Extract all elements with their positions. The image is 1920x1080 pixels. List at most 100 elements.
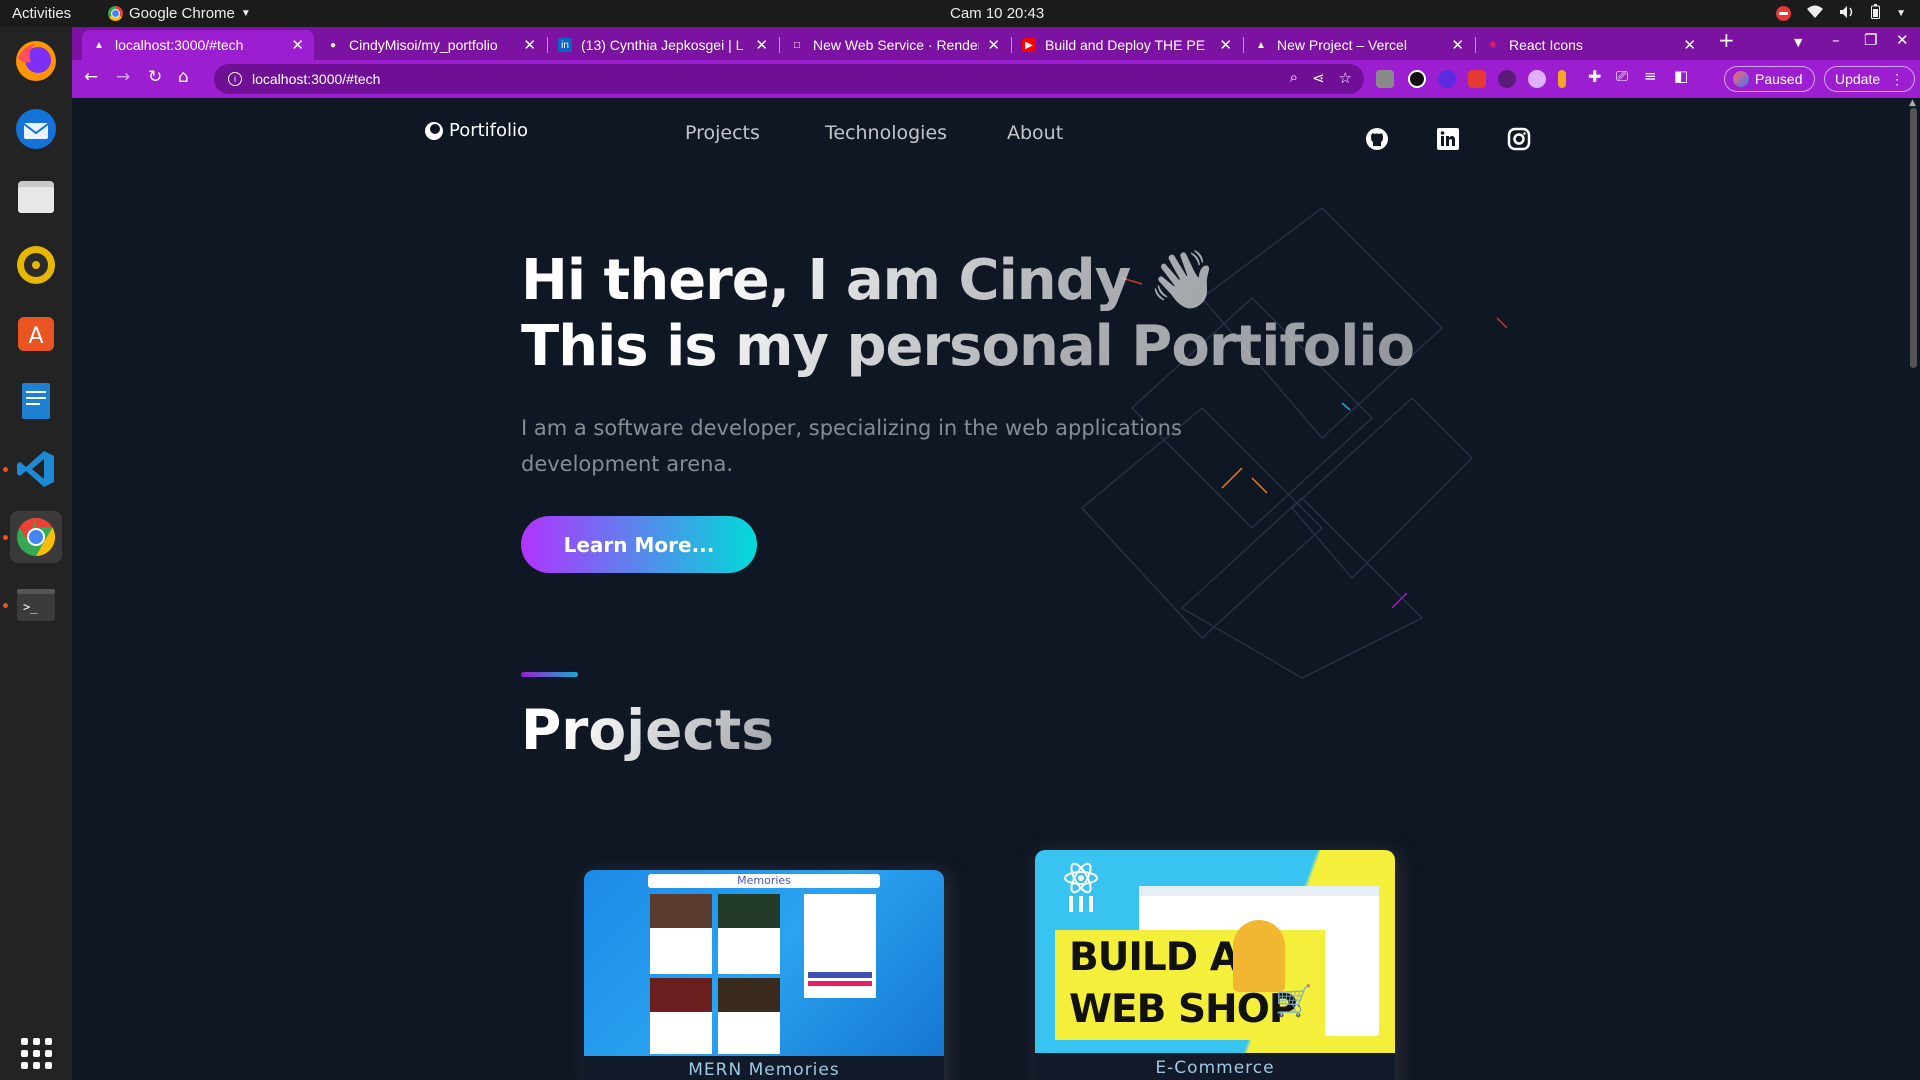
github-icon[interactable] — [1364, 126, 1390, 152]
back-arrow-icon[interactable]: ← — [84, 67, 98, 87]
project-card[interactable]: Memories MERN Memories — [584, 870, 944, 1080]
tab-github[interactable]: ● CindyMisoi/my_portfolio ✕ — [316, 30, 546, 60]
tab-vercel[interactable]: ▲ New Project – Vercel ✕ — [1244, 30, 1474, 60]
vercel-favicon-icon: ▲ — [94, 39, 104, 51]
nav-link-technologies[interactable]: Technologies — [825, 122, 947, 144]
linkedin-icon[interactable] — [1435, 126, 1461, 152]
writer-icon — [22, 383, 50, 419]
vercel-favicon-icon: ▲ — [1256, 39, 1266, 51]
dock-app-center[interactable]: A — [10, 307, 62, 359]
render-favicon-icon: □ — [793, 39, 801, 51]
tab-localhost[interactable]: ▲ localhost:3000/#tech ✕ — [82, 30, 314, 60]
show-applications-button[interactable] — [10, 1027, 62, 1079]
scroll-up-arrow-icon[interactable]: ▲ — [1909, 98, 1916, 108]
scrollbar-thumb[interactable] — [1910, 108, 1917, 368]
svg-text:>_: >_ — [23, 600, 38, 614]
tab-react-icons[interactable]: ✺ React Icons ✕ — [1476, 30, 1706, 60]
bookmark-star-icon[interactable]: ☆ — [1339, 69, 1352, 87]
instagram-icon[interactable] — [1506, 126, 1532, 152]
dock-terminal[interactable]: >_ — [3, 579, 62, 631]
close-tab-icon[interactable]: ✕ — [291, 36, 304, 54]
site-info-icon[interactable]: i — [228, 72, 242, 86]
extension-icon[interactable] — [1408, 70, 1426, 88]
project-card[interactable]: BUILD A WEB SHOP 🛒 E-Commerce — [1035, 850, 1395, 1080]
rhythmbox-icon — [17, 246, 55, 284]
vscode-icon — [17, 451, 54, 487]
nav-link-projects[interactable]: Projects — [685, 122, 760, 144]
hero-heading: Hi there, I am Cindy 👋 This is my person… — [521, 248, 1414, 380]
extension-icon[interactable] — [1558, 70, 1566, 88]
hero-description: I am a software developer, specializing … — [521, 416, 1182, 476]
clock[interactable]: Cam 10 20:43 — [950, 5, 1044, 22]
dock-firefox[interactable] — [10, 35, 62, 87]
extension-icon[interactable] — [1528, 70, 1546, 88]
learn-more-button[interactable]: Learn More... — [521, 516, 757, 573]
share-icon[interactable]: ⋖ — [1312, 69, 1325, 87]
update-button[interactable]: Update ⋮ — [1824, 66, 1916, 92]
system-tray[interactable]: ▼ — [1776, 4, 1906, 22]
tab-title: Build and Deploy THE PE — [1045, 37, 1206, 53]
close-tab-icon[interactable]: ✕ — [1219, 36, 1232, 54]
dock-thunderbird[interactable] — [10, 103, 62, 155]
extension-icon[interactable] — [1498, 70, 1516, 88]
tab-render[interactable]: □ New Web Service · Render ✕ — [780, 30, 1010, 60]
project-title: MERN Memories — [688, 1060, 840, 1080]
activities-button[interactable]: Activities — [12, 5, 71, 22]
cast-icon[interactable]: ⎚ — [1616, 67, 1628, 85]
home-icon[interactable]: ⌂ — [178, 67, 189, 87]
tab-title: (13) Cynthia Jepkosgei | L — [581, 37, 744, 53]
reload-icon[interactable]: ↻ — [148, 67, 162, 87]
dock-files[interactable] — [10, 171, 62, 223]
close-tab-icon[interactable]: ✕ — [523, 36, 536, 54]
running-indicator — [3, 535, 8, 540]
power-menu-caret-icon: ▼ — [1896, 7, 1906, 19]
close-tab-icon[interactable]: ✕ — [987, 36, 1000, 54]
github-favicon-icon: ● — [329, 39, 337, 51]
battery-icon — [1871, 4, 1881, 22]
thumb-card — [718, 894, 780, 974]
project-thumbnail: BUILD A WEB SHOP 🛒 — [1035, 850, 1395, 1053]
svg-text:A: A — [28, 324, 43, 349]
app-center-icon: A — [18, 317, 54, 351]
dock-chrome[interactable] — [3, 511, 62, 563]
app-menu[interactable]: Google Chrome ▼ — [108, 5, 251, 22]
zoom-icon[interactable]: ⌕ — [1290, 69, 1298, 87]
close-tab-icon[interactable]: ✕ — [1451, 36, 1464, 54]
extension-icon[interactable] — [1468, 70, 1486, 88]
tab-search-chevron-icon[interactable]: ▼ — [1794, 36, 1802, 49]
update-label: Update — [1835, 71, 1881, 87]
url-text: localhost:3000/#tech — [252, 71, 381, 87]
close-tab-icon[interactable]: ✕ — [755, 36, 768, 54]
reading-list-icon[interactable]: ≡ — [1644, 67, 1657, 85]
page-scrollbar[interactable]: ▲ — [1906, 98, 1920, 1080]
close-tab-icon[interactable]: ✕ — [1683, 36, 1696, 54]
tab-youtube[interactable]: ▶ Build and Deploy THE PE ✕ — [1012, 30, 1242, 60]
tab-title: New Web Service · Render — [813, 37, 980, 53]
youtube-favicon-icon: ▶ — [1022, 38, 1036, 52]
side-panel-icon[interactable]: ◧ — [1674, 67, 1688, 85]
forward-arrow-icon[interactable]: → — [116, 67, 130, 87]
restore-button[interactable]: ❐ — [1864, 31, 1877, 49]
extension-icon[interactable] — [1376, 70, 1394, 88]
project-thumbnail: Memories — [584, 870, 944, 1056]
minimize-button[interactable]: – — [1832, 31, 1840, 49]
site-logo[interactable]: Portifolio — [425, 120, 528, 141]
chrome-small-icon — [108, 6, 123, 21]
nav-link-about[interactable]: About — [1007, 122, 1063, 144]
thumb-person — [1233, 920, 1285, 992]
terminal-icon: >_ — [17, 589, 55, 621]
tab-title: CindyMisoi/my_portfolio — [349, 37, 498, 53]
page-content: Portifolio Projects Technologies About H… — [72, 98, 1920, 1080]
dock-vscode[interactable] — [3, 443, 62, 495]
dock-rhythmbox[interactable] — [10, 239, 62, 291]
kebab-menu-icon: ⋮ — [1890, 70, 1905, 87]
extension-icon[interactable] — [1438, 70, 1456, 88]
tab-linkedin[interactable]: in (13) Cynthia Jepkosgei | L ✕ — [548, 30, 778, 60]
close-window-button[interactable]: ✕ — [1896, 31, 1909, 49]
new-tab-button[interactable]: + — [1718, 28, 1735, 52]
extensions-puzzle-icon[interactable]: ✚ — [1588, 67, 1601, 86]
dock-writer[interactable] — [10, 375, 62, 427]
profile-paused-button[interactable]: Paused — [1724, 66, 1816, 92]
linkedin-favicon-icon: in — [558, 38, 572, 52]
address-bar[interactable]: i localhost:3000/#tech ⌕ ⋖ ☆ — [214, 64, 1364, 94]
